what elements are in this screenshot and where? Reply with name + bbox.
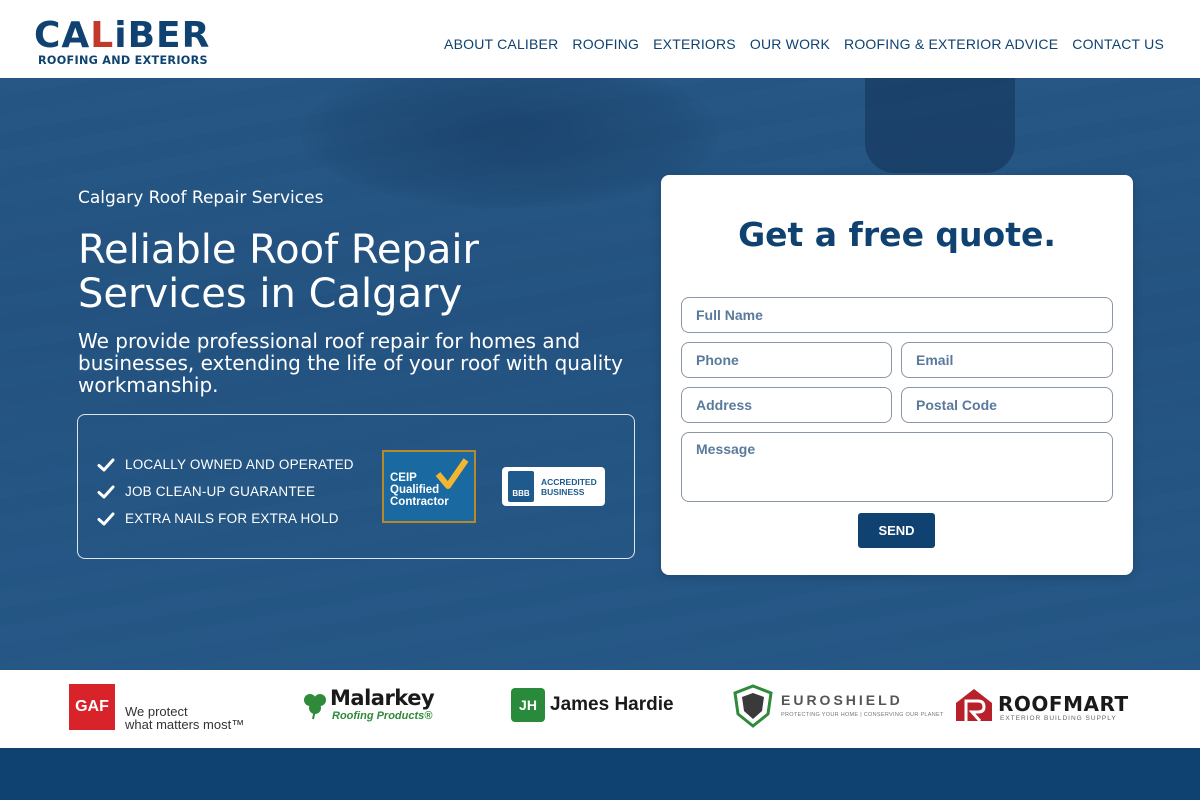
james-hardie-name: James Hardie — [550, 694, 674, 715]
quote-form-title: Get a free quote. — [738, 215, 1056, 254]
message-field[interactable] — [681, 432, 1113, 502]
euroshield-name: EUROSHIELD — [781, 692, 903, 708]
email-field[interactable] — [901, 342, 1113, 378]
address-field[interactable] — [681, 387, 892, 423]
nav-roofing-exterior-advice[interactable]: ROOFING & EXTERIOR ADVICE — [844, 36, 1058, 52]
phone-field[interactable] — [681, 342, 892, 378]
bbb-badge: BBB ACCREDITED BUSINESS — [502, 467, 605, 506]
hero-subtext: We provide professional roof repair for … — [78, 329, 624, 397]
checkmark-icon — [97, 485, 115, 498]
send-button[interactable]: SEND — [858, 513, 935, 548]
features-box: LOCALLY OWNED AND OPERATED JOB CLEAN-UP … — [77, 414, 635, 559]
feature-item: JOB CLEAN-UP GUARANTEE — [96, 478, 354, 505]
shamrock-icon — [304, 694, 326, 720]
logo-word-prefix: CA — [34, 15, 91, 56]
hero-headline: Reliable Roof Repair Services in Calgary — [78, 227, 479, 317]
hero-background-worker — [865, 78, 1015, 173]
nav-contact-us[interactable]: CONTACT US — [1072, 36, 1164, 52]
euroshield-tagline: PROTECTING YOUR HOME | CONSERVING OUR PL… — [781, 712, 944, 718]
logo-word-accent: L — [90, 15, 115, 56]
nav-our-work[interactable]: OUR WORK — [750, 36, 830, 52]
bbb-badge-text: ACCREDITED BUSINESS — [541, 477, 597, 497]
shield-icon — [733, 684, 773, 728]
euroshield-logo: EUROSHIELD PROTECTING YOUR HOME | CONSER… — [731, 684, 943, 734]
malarkey-name: Malarkey — [330, 686, 435, 710]
caliber-logo[interactable]: CALiBER ROOFING AND EXTERIORS — [34, 16, 226, 70]
logo-subtitle: ROOFING AND EXTERIORS — [38, 54, 208, 67]
james-hardie-logo: JH James Hardie — [511, 684, 691, 734]
nav-exteriors[interactable]: EXTERIORS — [653, 36, 736, 52]
gaf-logo-box: GAF — [69, 684, 115, 730]
logo-word-suffix: iBER — [114, 15, 211, 56]
roofmart-subtitle: EXTERIOR BUILDING SUPPLY — [1000, 715, 1117, 722]
roofmart-name: ROOFMART — [998, 692, 1129, 716]
hero-eyebrow: Calgary Roof Repair Services — [78, 188, 324, 208]
nav-roofing[interactable]: ROOFING — [572, 36, 639, 52]
feature-item: EXTRA NAILS FOR EXTRA HOLD — [96, 505, 354, 532]
malarkey-logo: Malarkey Roofing Products® — [300, 684, 460, 734]
james-hardie-mark: JH — [511, 688, 545, 722]
ceip-badge-text: CEIP Qualified Contractor — [390, 472, 449, 508]
ceip-badge: CEIP Qualified Contractor — [382, 450, 476, 523]
site-header: CALiBER ROOFING AND EXTERIORS ABOUT CALI… — [0, 0, 1200, 78]
logo-wordmark: CALiBER — [34, 16, 210, 56]
house-icon — [956, 689, 992, 722]
postal-code-field[interactable] — [901, 387, 1113, 423]
feature-label: LOCALLY OWNED AND OPERATED — [125, 457, 354, 472]
checkmark-icon — [97, 512, 115, 525]
nav-about-caliber[interactable]: ABOUT CALIBER — [444, 36, 558, 52]
quote-form-card: Get a free quote. SEND — [661, 175, 1133, 575]
partner-brands-strip: GAF We protect what matters most™ Malark… — [0, 670, 1200, 748]
feature-item: LOCALLY OWNED AND OPERATED — [96, 451, 354, 478]
gaf-tagline: We protect what matters most™ — [125, 704, 245, 732]
footer-band — [0, 748, 1200, 800]
roofmart-logo: ROOFMART EXTERIOR BUILDING SUPPLY — [954, 684, 1134, 734]
full-name-field[interactable] — [681, 297, 1113, 333]
gaf-logo: GAF We protect what matters most™ — [69, 684, 249, 734]
feature-list: LOCALLY OWNED AND OPERATED JOB CLEAN-UP … — [96, 451, 354, 532]
main-nav: ABOUT CALIBER ROOFING EXTERIORS OUR WORK… — [444, 36, 1164, 52]
checkmark-icon — [97, 458, 115, 471]
bbb-seal-icon: BBB — [508, 471, 534, 502]
hero-section: Calgary Roof Repair Services Reliable Ro… — [0, 78, 1200, 670]
malarkey-subtitle: Roofing Products® — [332, 710, 433, 722]
feature-label: EXTRA NAILS FOR EXTRA HOLD — [125, 511, 339, 526]
feature-label: JOB CLEAN-UP GUARANTEE — [125, 484, 316, 499]
